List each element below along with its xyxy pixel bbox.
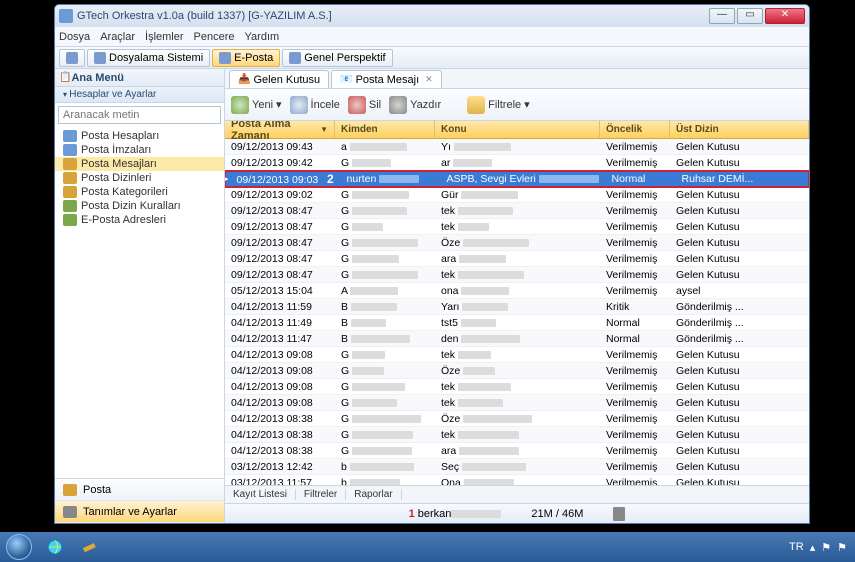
folder-icon	[63, 186, 77, 198]
sidebar-item[interactable]: Posta İmzaları	[55, 143, 224, 157]
table-row[interactable]: 09/12/2013 08:47G tek VerilmemişGelen Ku…	[225, 203, 809, 219]
close-icon[interactable]: ✕	[425, 74, 433, 85]
sidebar-item[interactable]: Posta Dizinleri	[55, 171, 224, 185]
tab[interactable]: 📥 Gelen Kutusu	[229, 70, 329, 88]
sidebar: 📋 Ana Menü Hesaplar ve Ayarlar Posta Hes…	[55, 69, 225, 523]
table-row[interactable]: 09/12/2013 09:02G Gür VerilmemişGelen Ku…	[225, 187, 809, 203]
sidebar-header: 📋 Ana Menü	[55, 69, 224, 87]
system-tray[interactable]: TR ▴ ⚑ ⚑	[781, 541, 855, 554]
sidebar-item[interactable]: Posta Hesapları	[55, 129, 224, 143]
tray-flag-icon[interactable]: ⚑	[837, 541, 847, 554]
search-input[interactable]	[58, 106, 221, 124]
print-button[interactable]: Yazdır	[389, 96, 441, 114]
table-row[interactable]: 05/12/2013 15:04A ona Verilmemişaysel	[225, 283, 809, 299]
perspective-toolbar: Dosyalama Sistemi E-Posta Genel Perspekt…	[55, 47, 809, 69]
folder-icon	[63, 158, 77, 170]
table-row[interactable]: 04/12/2013 08:38G ara VerilmemişGelen Ku…	[225, 443, 809, 459]
folder-icon	[63, 214, 77, 226]
table-row[interactable]: 03/12/2013 12:42b Seç VerilmemişGelen Ku…	[225, 459, 809, 475]
table-row[interactable]: 09/12/2013 08:47G Öze VerilmemişGelen Ku…	[225, 235, 809, 251]
sidebar-item[interactable]: E-Posta Adresleri	[55, 213, 224, 227]
sidebar-item[interactable]: Posta Kategorileri	[55, 185, 224, 199]
table-row[interactable]: 04/12/2013 11:47B den NormalGönderilmiş …	[225, 331, 809, 347]
app-window: GTech Orkestra v1.0a (build 1337) [G-YAZ…	[54, 4, 810, 524]
annotation-1: 1	[409, 508, 415, 520]
close-button[interactable]: ✕	[765, 8, 805, 24]
window-title: GTech Orkestra v1.0a (build 1337) [G-YAZ…	[77, 10, 709, 22]
menu-item[interactable]: Pencere	[194, 31, 235, 43]
table-row[interactable]: 09/12/2013 08:47G ara VerilmemişGelen Ku…	[225, 251, 809, 267]
bottom-tab[interactable]: Filtreler	[296, 489, 346, 500]
menu-item[interactable]: Dosya	[59, 31, 90, 43]
delete-button[interactable]: Sil	[348, 96, 381, 114]
table-row[interactable]: 09/12/2013 08:47G tek VerilmemişGelen Ku…	[225, 267, 809, 283]
column-header[interactable]: Üst Dizin	[670, 121, 809, 138]
column-header[interactable]: Posta Alma Zamanı▼	[225, 121, 335, 138]
perspective-button[interactable]: Dosyalama Sistemi	[87, 49, 210, 67]
taskbar-ie-icon[interactable]	[40, 536, 70, 558]
taskbar[interactable]: TR ▴ ⚑ ⚑	[0, 532, 855, 562]
mail-grid[interactable]: Posta Alma Zamanı▼ Kimden Konu Öncelik Ü…	[225, 121, 809, 485]
app-icon	[59, 9, 73, 23]
table-row[interactable]: 03/12/2013 11:57b Ona VerilmemişGelen Ku…	[225, 475, 809, 485]
table-row[interactable]: 09/12/2013 08:47G tek VerilmemişGelen Ku…	[225, 219, 809, 235]
table-row[interactable]: 04/12/2013 09:08G tek VerilmemişGelen Ku…	[225, 347, 809, 363]
grid-bottom-tabs: Kayıt Listesi Filtreler Raporlar	[225, 485, 809, 503]
maximize-button[interactable]: ▭	[737, 8, 763, 24]
menu-item[interactable]: İşlemler	[145, 31, 184, 43]
editor-tabs: 📥 Gelen Kutusu 📧 Posta Mesajı✕	[225, 69, 809, 89]
sidebar-item[interactable]: Posta Dizin Kuralları	[55, 199, 224, 213]
taskbar-app-icon[interactable]	[74, 536, 104, 558]
table-row[interactable]: 04/12/2013 11:59B Yarı KritikGönderilmiş…	[225, 299, 809, 315]
language-indicator[interactable]: TR	[789, 541, 804, 553]
memory-indicator: 21M / 46M	[531, 508, 583, 520]
table-row[interactable]: 04/12/2013 11:49B tst5 NormalGönderilmiş…	[225, 315, 809, 331]
tray-chevron-icon[interactable]: ▴	[810, 541, 816, 554]
column-header[interactable]: Kimden	[335, 121, 435, 138]
trash-icon[interactable]	[613, 507, 625, 521]
windows-orb-icon	[6, 534, 32, 560]
sidebar-item[interactable]: Posta Mesajları	[55, 157, 224, 171]
sidebar-nav-tanimlar[interactable]: Tanımlar ve Ayarlar	[55, 501, 224, 523]
table-row[interactable]: ▸09/12/2013 09:03 2nurten ASPB, Sevgi Ev…	[225, 171, 809, 187]
menu-item[interactable]: Yardım	[245, 31, 280, 43]
grid-header: Posta Alma Zamanı▼ Kimden Konu Öncelik Ü…	[225, 121, 809, 139]
perspective-button[interactable]: Genel Perspektif	[282, 49, 392, 67]
table-row[interactable]: 04/12/2013 09:08G Öze VerilmemişGelen Ku…	[225, 363, 809, 379]
tray-flag-icon[interactable]: ⚑	[821, 541, 831, 554]
perspective-button[interactable]: E-Posta	[212, 49, 280, 67]
table-row[interactable]: 04/12/2013 08:38G Öze VerilmemişGelen Ku…	[225, 411, 809, 427]
table-row[interactable]: 09/12/2013 09:42G ar VerilmemişGelen Kut…	[225, 155, 809, 171]
table-row[interactable]: 04/12/2013 09:08G tek VerilmemişGelen Ku…	[225, 395, 809, 411]
sort-desc-icon: ▼	[320, 125, 328, 134]
bottom-tab[interactable]: Kayıt Listesi	[225, 489, 296, 500]
minimize-button[interactable]: —	[709, 8, 735, 24]
folder-icon	[63, 200, 77, 212]
start-button[interactable]	[0, 532, 38, 562]
table-row[interactable]: 04/12/2013 09:08G tek VerilmemişGelen Ku…	[225, 379, 809, 395]
new-button[interactable]: Yeni ▾	[231, 96, 282, 114]
column-header[interactable]: Öncelik	[600, 121, 670, 138]
folder-icon	[63, 130, 77, 142]
titlebar[interactable]: GTech Orkestra v1.0a (build 1337) [G-YAZ…	[55, 5, 809, 27]
column-header[interactable]: Konu	[435, 121, 600, 138]
folder-icon	[63, 144, 77, 156]
statusbar: 1 berkan 21M / 46M	[225, 503, 809, 523]
folder-icon	[63, 172, 77, 184]
main-area: 📥 Gelen Kutusu 📧 Posta Mesajı✕ Yeni ▾ İn…	[225, 69, 809, 523]
menu-item[interactable]: Araçlar	[100, 31, 135, 43]
sidebar-nav-posta[interactable]: Posta	[55, 479, 224, 501]
perspective-switcher-icon[interactable]	[59, 49, 85, 67]
bottom-tab[interactable]: Raporlar	[346, 489, 401, 500]
tab[interactable]: 📧 Posta Mesajı✕	[331, 70, 442, 88]
table-toolbar: Yeni ▾ İncele Sil Yazdır Filtrele ▾	[225, 89, 809, 121]
filter-button[interactable]: Filtrele ▾	[467, 96, 530, 114]
menubar: Dosya Araçlar İşlemler Pencere Yardım	[55, 27, 809, 47]
table-row[interactable]: 04/12/2013 08:38G tek VerilmemişGelen Ku…	[225, 427, 809, 443]
sidebar-section[interactable]: Hesaplar ve Ayarlar	[55, 87, 224, 103]
inspect-button[interactable]: İncele	[290, 96, 340, 114]
